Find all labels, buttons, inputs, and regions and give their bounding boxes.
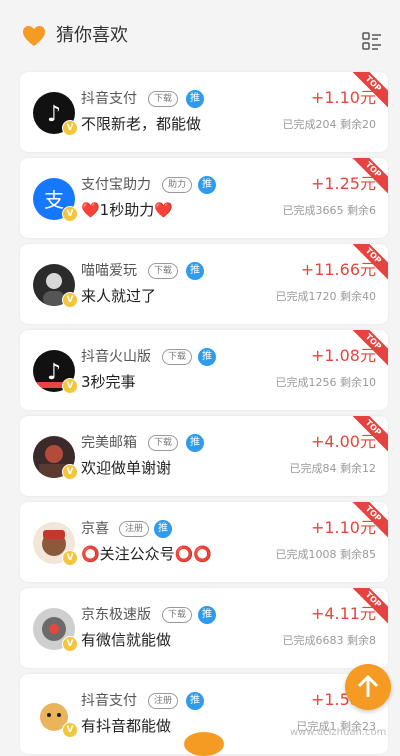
heart-logo-icon: [23, 26, 45, 46]
svg-text:♪: ♪: [47, 102, 61, 127]
top-ribbon: TOP: [352, 158, 388, 194]
task-name: 京东极速版: [81, 607, 151, 623]
recommend-badge: 推: [198, 606, 216, 624]
top-ribbon: TOP: [352, 588, 388, 624]
page-title: 猜你喜欢: [56, 25, 128, 46]
task-stats: 已完成84 剩余12: [289, 462, 377, 475]
task-stats: 已完成1720 剩余40: [275, 290, 377, 303]
task-name: 抖音支付: [81, 91, 137, 107]
svg-text:♪: ♪: [47, 360, 61, 385]
verified-badge: V: [62, 292, 78, 308]
task-desc: 欢迎做单谢谢: [81, 459, 172, 477]
bottom-center-button[interactable]: [184, 732, 224, 756]
task-tag: 下载: [162, 349, 193, 365]
task-tag: 注册: [119, 521, 150, 537]
header: 猜你喜欢: [0, 0, 400, 64]
task-desc: 不限新老，都能做: [81, 115, 202, 133]
task-name: 京喜: [81, 521, 109, 537]
verified-badge: V: [62, 206, 78, 222]
task-name: 完美邮箱: [81, 435, 137, 451]
task-tag: 助力: [162, 177, 193, 193]
scroll-top-button[interactable]: [345, 664, 391, 710]
task-card[interactable]: ♪ V 抖音支付 下载 推 不限新老，都能做 +1.10元 已完成204 剩余2…: [20, 72, 388, 152]
recommend-badge: 推: [198, 348, 216, 366]
top-ribbon: TOP: [352, 72, 388, 108]
task-tag: 下载: [162, 607, 193, 623]
task-desc: 有抖音都能做: [81, 717, 172, 735]
recommend-badge: 推: [154, 520, 172, 538]
arrow-up-icon: [357, 674, 379, 697]
task-stats: 已完成6683 剩余8: [282, 634, 377, 647]
task-stats: 已完成1256 剩余10: [275, 376, 377, 389]
recommend-badge: 推: [186, 434, 204, 452]
task-card[interactable]: 支 V 支付宝助力 助力 推 ❤️1秒助力❤️ +1.25元 已完成3665 剩…: [20, 158, 388, 238]
task-desc: ❤️1秒助力❤️: [81, 201, 173, 219]
top-ribbon: TOP: [352, 244, 388, 280]
task-card[interactable]: V 完美邮箱 下载 推 欢迎做单谢谢 +4.00元 已完成84 剩余12 TOP: [20, 416, 388, 496]
task-stats: 已完成204 剩余20: [282, 118, 377, 131]
task-tag: 注册: [148, 693, 179, 709]
task-stats: 已完成3665 剩余6: [282, 204, 377, 217]
task-desc: 有微信就能做: [81, 631, 172, 649]
top-ribbon: TOP: [352, 502, 388, 538]
recommend-badge: 推: [186, 90, 204, 108]
task-tag: 下载: [148, 435, 179, 451]
verified-badge: V: [62, 378, 78, 394]
task-name: 抖音支付: [81, 693, 137, 709]
verified-badge: V: [62, 636, 78, 652]
task-card[interactable]: V 喵喵爱玩 下载 推 来人就过了 +11.66元 已完成1720 剩余40 T…: [20, 244, 388, 324]
verified-badge: V: [62, 120, 78, 136]
task-tag: 下载: [148, 91, 179, 107]
top-ribbon: TOP: [352, 416, 388, 452]
recommend-badge: 推: [198, 176, 216, 194]
task-name: 喵喵爱玩: [81, 263, 137, 279]
recommend-badge: 推: [186, 262, 204, 280]
task-name: 支付宝助力: [81, 177, 151, 193]
verified-badge: V: [62, 550, 78, 566]
task-desc: ⭕关注公众号⭕⭕: [81, 545, 213, 563]
verified-badge: V: [62, 722, 78, 738]
svg-text:支: 支: [44, 188, 64, 212]
watermark: www.ucizhuan.com: [290, 727, 387, 738]
task-card[interactable]: V 京喜 注册 推 ⭕关注公众号⭕⭕ +1.10元 已完成1008 剩余85 T…: [20, 502, 388, 582]
task-desc: 3秒完事: [81, 373, 136, 391]
task-desc: 来人就过了: [81, 287, 157, 305]
task-card[interactable]: V 京东极速版 下载 推 有微信就能做 +4.11元 已完成6683 剩余8 T…: [20, 588, 388, 668]
grid-list-icon[interactable]: [361, 30, 383, 52]
top-ribbon: TOP: [352, 330, 388, 366]
verified-badge: V: [62, 464, 78, 480]
task-name: 抖音火山版: [81, 349, 151, 365]
task-stats: 已完成1008 剩余85: [275, 548, 377, 561]
task-card[interactable]: ♪ V 抖音火山版 下载 推 3秒完事 +1.08元 已完成1256 剩余10 …: [20, 330, 388, 410]
recommend-badge: 推: [186, 692, 204, 710]
task-tag: 下载: [148, 263, 179, 279]
